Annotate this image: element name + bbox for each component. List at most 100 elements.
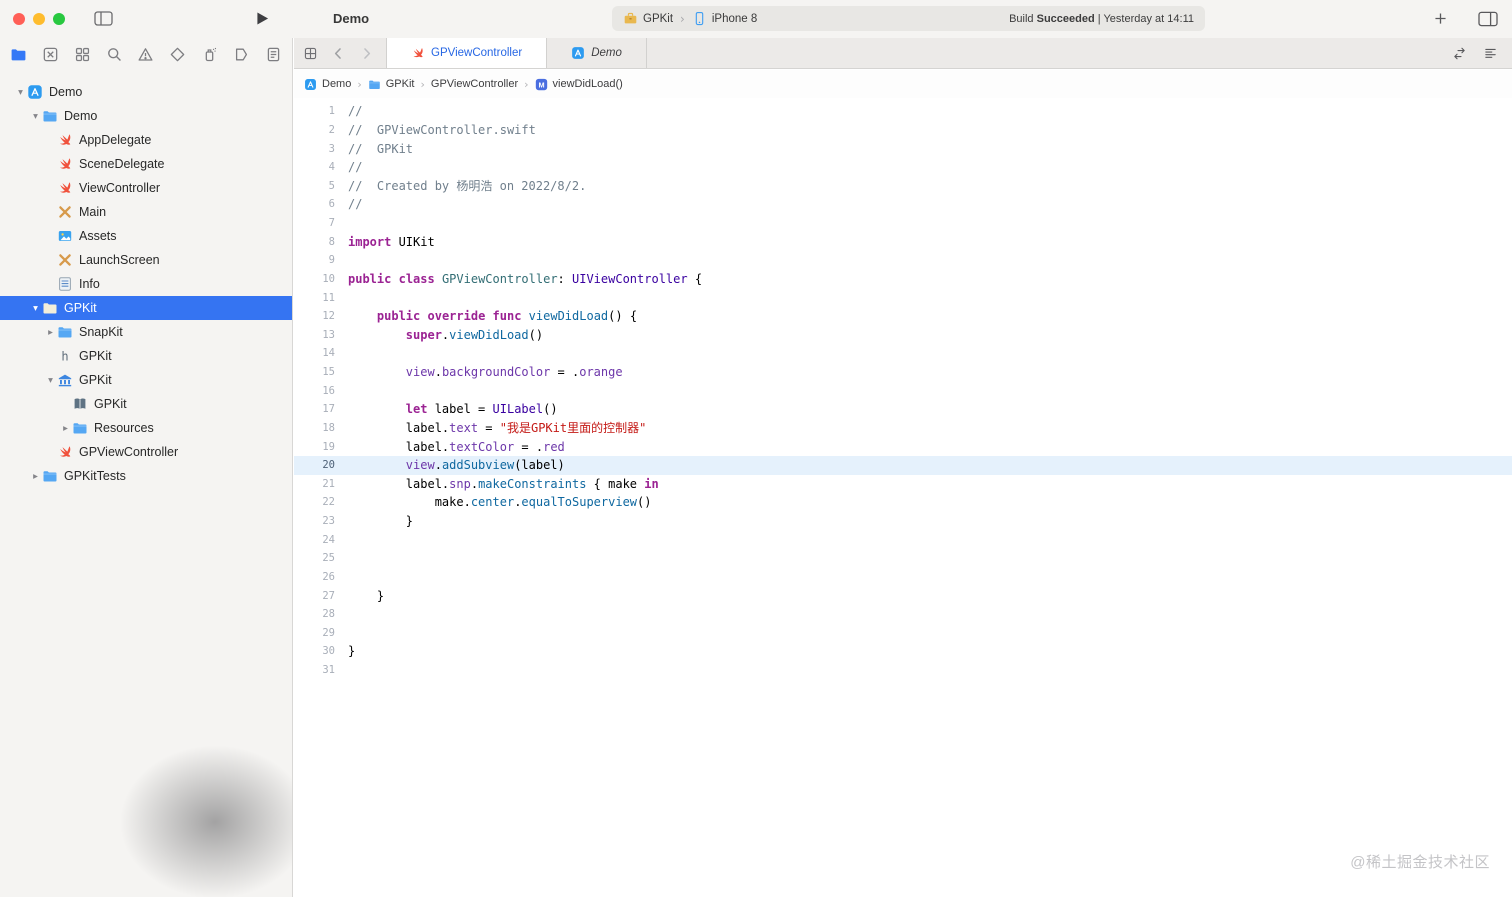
zoom-window-button[interactable] bbox=[53, 13, 65, 25]
line-number: 3 bbox=[328, 142, 335, 155]
navigator-tab-find[interactable] bbox=[106, 46, 123, 63]
code-line-7[interactable]: 7 bbox=[294, 214, 1512, 233]
code-line-14[interactable]: 14 bbox=[294, 344, 1512, 363]
disclosure-open-icon[interactable]: ▾ bbox=[29, 111, 42, 122]
code-line-5[interactable]: 5 // Created by 杨明浩 on 2022/8/2. bbox=[294, 177, 1512, 196]
code-line-31[interactable]: 31 bbox=[294, 661, 1512, 680]
code-line-23[interactable]: 23 } bbox=[294, 512, 1512, 531]
code-line-27[interactable]: 27 } bbox=[294, 586, 1512, 605]
file-row-assets[interactable]: Assets bbox=[0, 224, 292, 248]
code-line-3[interactable]: 3 // GPKit bbox=[294, 139, 1512, 158]
assets-icon bbox=[57, 228, 73, 244]
file-row-gpkit[interactable]: h GPKit bbox=[0, 344, 292, 368]
code-line-1[interactable]: 1 // bbox=[294, 102, 1512, 121]
code-line-26[interactable]: 26 bbox=[294, 568, 1512, 587]
code-line-2[interactable]: 2 // GPViewController.swift bbox=[294, 121, 1512, 140]
code-line-22[interactable]: 22 make.center.equalToSuperview() bbox=[294, 493, 1512, 512]
window-title: Demo bbox=[333, 11, 370, 26]
line-number: 28 bbox=[322, 608, 335, 621]
navigator-tab-project[interactable] bbox=[10, 46, 27, 63]
code-line-28[interactable]: 28 bbox=[294, 605, 1512, 624]
disclosure-closed-icon[interactable]: ▸ bbox=[44, 327, 57, 338]
tab-demo[interactable]: Demo bbox=[547, 38, 647, 68]
code-line-30[interactable]: 30} bbox=[294, 642, 1512, 661]
line-number: 29 bbox=[322, 626, 335, 639]
code-line-21[interactable]: 21 label.snp.makeConstraints { make in bbox=[294, 475, 1512, 494]
code-line-11[interactable]: 11 bbox=[294, 288, 1512, 307]
line-number: 10 bbox=[322, 272, 335, 285]
adjust-editor-icon[interactable] bbox=[1483, 46, 1498, 61]
code-line-19[interactable]: 19 label.textColor = .red bbox=[294, 437, 1512, 456]
file-row-resources[interactable]: ▸ Resources bbox=[0, 416, 292, 440]
code-line-25[interactable]: 25 bbox=[294, 549, 1512, 568]
toggle-navigator-icon[interactable] bbox=[94, 11, 113, 26]
tab-gpviewcontroller[interactable]: GPViewController bbox=[386, 38, 548, 68]
file-row-main[interactable]: Main bbox=[0, 200, 292, 224]
code-line-16[interactable]: 16 bbox=[294, 381, 1512, 400]
code-text: } bbox=[348, 588, 385, 603]
file-row-gpkit[interactable]: ▾ GPKit bbox=[0, 296, 292, 320]
code-line-6[interactable]: 6 // bbox=[294, 195, 1512, 214]
code-line-29[interactable]: 29 bbox=[294, 624, 1512, 643]
code-line-9[interactable]: 9 bbox=[294, 251, 1512, 270]
file-row-scenedelegate[interactable]: SceneDelegate bbox=[0, 152, 292, 176]
code-line-13[interactable]: 13 super.viewDidLoad() bbox=[294, 326, 1512, 345]
code-line-17[interactable]: 17 let label = UILabel() bbox=[294, 400, 1512, 419]
file-row-gpkit[interactable]: GPKit bbox=[0, 392, 292, 416]
code-line-8[interactable]: 8 import UIKit bbox=[294, 232, 1512, 251]
disclosure-closed-icon[interactable]: ▸ bbox=[59, 423, 72, 434]
folder-icon bbox=[72, 420, 88, 436]
forward-icon[interactable] bbox=[359, 46, 374, 61]
code-line-18[interactable]: 18 label.text = "我是GPKit里面的控制器" bbox=[294, 419, 1512, 438]
back-icon[interactable] bbox=[331, 46, 346, 61]
code-line-15[interactable]: 15 view.backgroundColor = .orange bbox=[294, 363, 1512, 382]
navigator-tab-source-control[interactable] bbox=[42, 46, 59, 63]
build-status[interactable]: Build Succeeded | Yesterday at 14:11 bbox=[1009, 13, 1194, 25]
run-button[interactable] bbox=[256, 11, 269, 26]
minimize-window-button[interactable] bbox=[33, 13, 45, 25]
disclosure-closed-icon[interactable]: ▸ bbox=[29, 471, 42, 482]
file-label: AppDelegate bbox=[79, 133, 152, 147]
code-line-4[interactable]: 4 // bbox=[294, 158, 1512, 177]
library-add-icon[interactable] bbox=[1433, 11, 1448, 26]
tab-overview-icon[interactable] bbox=[303, 46, 318, 61]
editor-layout-icon[interactable] bbox=[1477, 11, 1499, 27]
code-line-24[interactable]: 24 bbox=[294, 530, 1512, 549]
navigator-tab-reports[interactable] bbox=[265, 46, 282, 63]
navigator-tab-tests[interactable] bbox=[169, 46, 186, 63]
code-review-icon[interactable] bbox=[1452, 46, 1467, 61]
line-number: 26 bbox=[322, 570, 335, 583]
code-line-10[interactable]: 10 public class GPViewController: UIViewC… bbox=[294, 270, 1512, 289]
close-window-button[interactable] bbox=[13, 13, 25, 25]
code-line-20[interactable]: 20 view.addSubview(label) bbox=[294, 455, 1512, 475]
scheme-name[interactable]: GPKit bbox=[643, 13, 673, 25]
app-icon bbox=[27, 84, 43, 100]
file-row-info[interactable]: Info bbox=[0, 272, 292, 296]
disclosure-open-icon[interactable]: ▾ bbox=[44, 375, 57, 386]
file-label: GPKit bbox=[79, 373, 112, 387]
file-row-demo[interactable]: ▾ Demo bbox=[0, 80, 292, 104]
navigator-tab-breakpoints[interactable] bbox=[233, 46, 250, 63]
run-destination-name[interactable]: iPhone 8 bbox=[712, 13, 757, 25]
file-row-gpviewcontroller[interactable]: GPViewController bbox=[0, 440, 292, 464]
file-row-gpkittests[interactable]: ▸ GPKitTests bbox=[0, 464, 292, 488]
breadcrumb-item-viewdidload[interactable]: MviewDidLoad() bbox=[535, 78, 623, 91]
file-row-snapkit[interactable]: ▸ SnapKit bbox=[0, 320, 292, 344]
file-label: SceneDelegate bbox=[79, 157, 165, 171]
navigator-tab-symbols[interactable] bbox=[74, 46, 91, 63]
breadcrumb-item-demo[interactable]: Demo bbox=[304, 78, 351, 91]
breadcrumb-item-gpviewcontroller[interactable]: GPViewController bbox=[431, 78, 518, 90]
file-row-appdelegate[interactable]: AppDelegate bbox=[0, 128, 292, 152]
editor-area: GPViewController Demo Demo › GPKit › GPViewCo… bbox=[294, 38, 1512, 897]
navigator-tab-debug[interactable] bbox=[201, 46, 218, 63]
navigator-tab-issues[interactable] bbox=[137, 46, 154, 63]
file-row-demo[interactable]: ▾ Demo bbox=[0, 104, 292, 128]
file-row-viewcontroller[interactable]: ViewController bbox=[0, 176, 292, 200]
breadcrumb-item-gpkit[interactable]: GPKit bbox=[368, 78, 414, 91]
code-line-12[interactable]: 12 public override func viewDidLoad() { bbox=[294, 307, 1512, 326]
disclosure-open-icon[interactable]: ▾ bbox=[14, 87, 27, 98]
file-row-gpkit[interactable]: ▾ GPKit bbox=[0, 368, 292, 392]
code-text: view.addSubview(label) bbox=[405, 458, 565, 473]
disclosure-open-icon[interactable]: ▾ bbox=[29, 303, 42, 314]
file-row-launchscreen[interactable]: LaunchScreen bbox=[0, 248, 292, 272]
